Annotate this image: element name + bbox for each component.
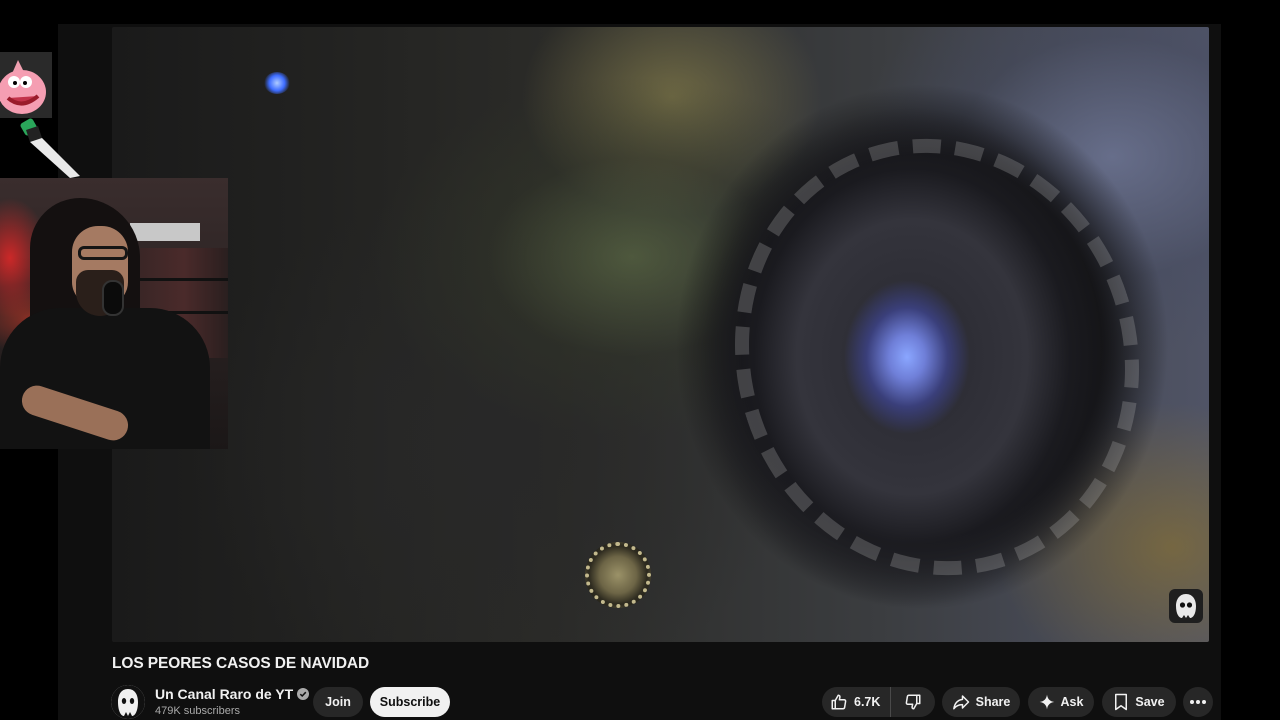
patrick-sticker-image [0,52,80,178]
background-shelf [130,223,200,241]
bookmark-icon [1113,693,1129,711]
channel-name: Un Canal Raro de YT [155,686,294,702]
thumbs-down-icon [904,693,922,711]
ask-button[interactable]: Ask [1028,687,1094,717]
thumbs-up-icon [830,693,848,711]
dislike-button[interactable] [891,687,935,717]
ask-label: Ask [1060,695,1084,709]
more-horizontal-icon [1190,700,1206,704]
subscriber-count: 479K subscribers [155,705,240,717]
like-count: 6.7K [854,695,881,709]
camera-knob [585,542,651,608]
streamer-glasses [78,246,128,260]
camera-blue-light [264,72,290,94]
like-button[interactable]: 6.7K [822,687,892,717]
more-actions-button[interactable] [1183,687,1213,717]
like-dislike-group: 6.7K [822,687,935,717]
channel-avatar-image [111,685,145,719]
patrick-sticker-overlay [0,52,82,178]
channel-avatar[interactable] [111,685,145,719]
channel-name-link[interactable]: Un Canal Raro de YT [155,686,310,702]
video-title: LOS PEORES CASOS DE NAVIDAD [112,655,370,672]
ghost-watermark-icon-glyph [1176,594,1196,618]
webcam-overlay [0,178,228,449]
verified-check-icon [297,688,310,700]
sparkle-icon [1039,694,1055,710]
share-label: Share [975,695,1011,709]
subscribe-button[interactable]: Subscribe [370,687,450,717]
video-player[interactable] [112,27,1209,642]
ghost-watermark-icon[interactable] [1169,589,1203,623]
save-button[interactable]: Save [1102,687,1176,717]
join-button[interactable]: Join [313,687,363,717]
share-button[interactable]: Share [942,687,1020,717]
microphone [102,280,124,316]
save-label: Save [1135,695,1165,709]
share-arrow-icon [952,693,970,711]
